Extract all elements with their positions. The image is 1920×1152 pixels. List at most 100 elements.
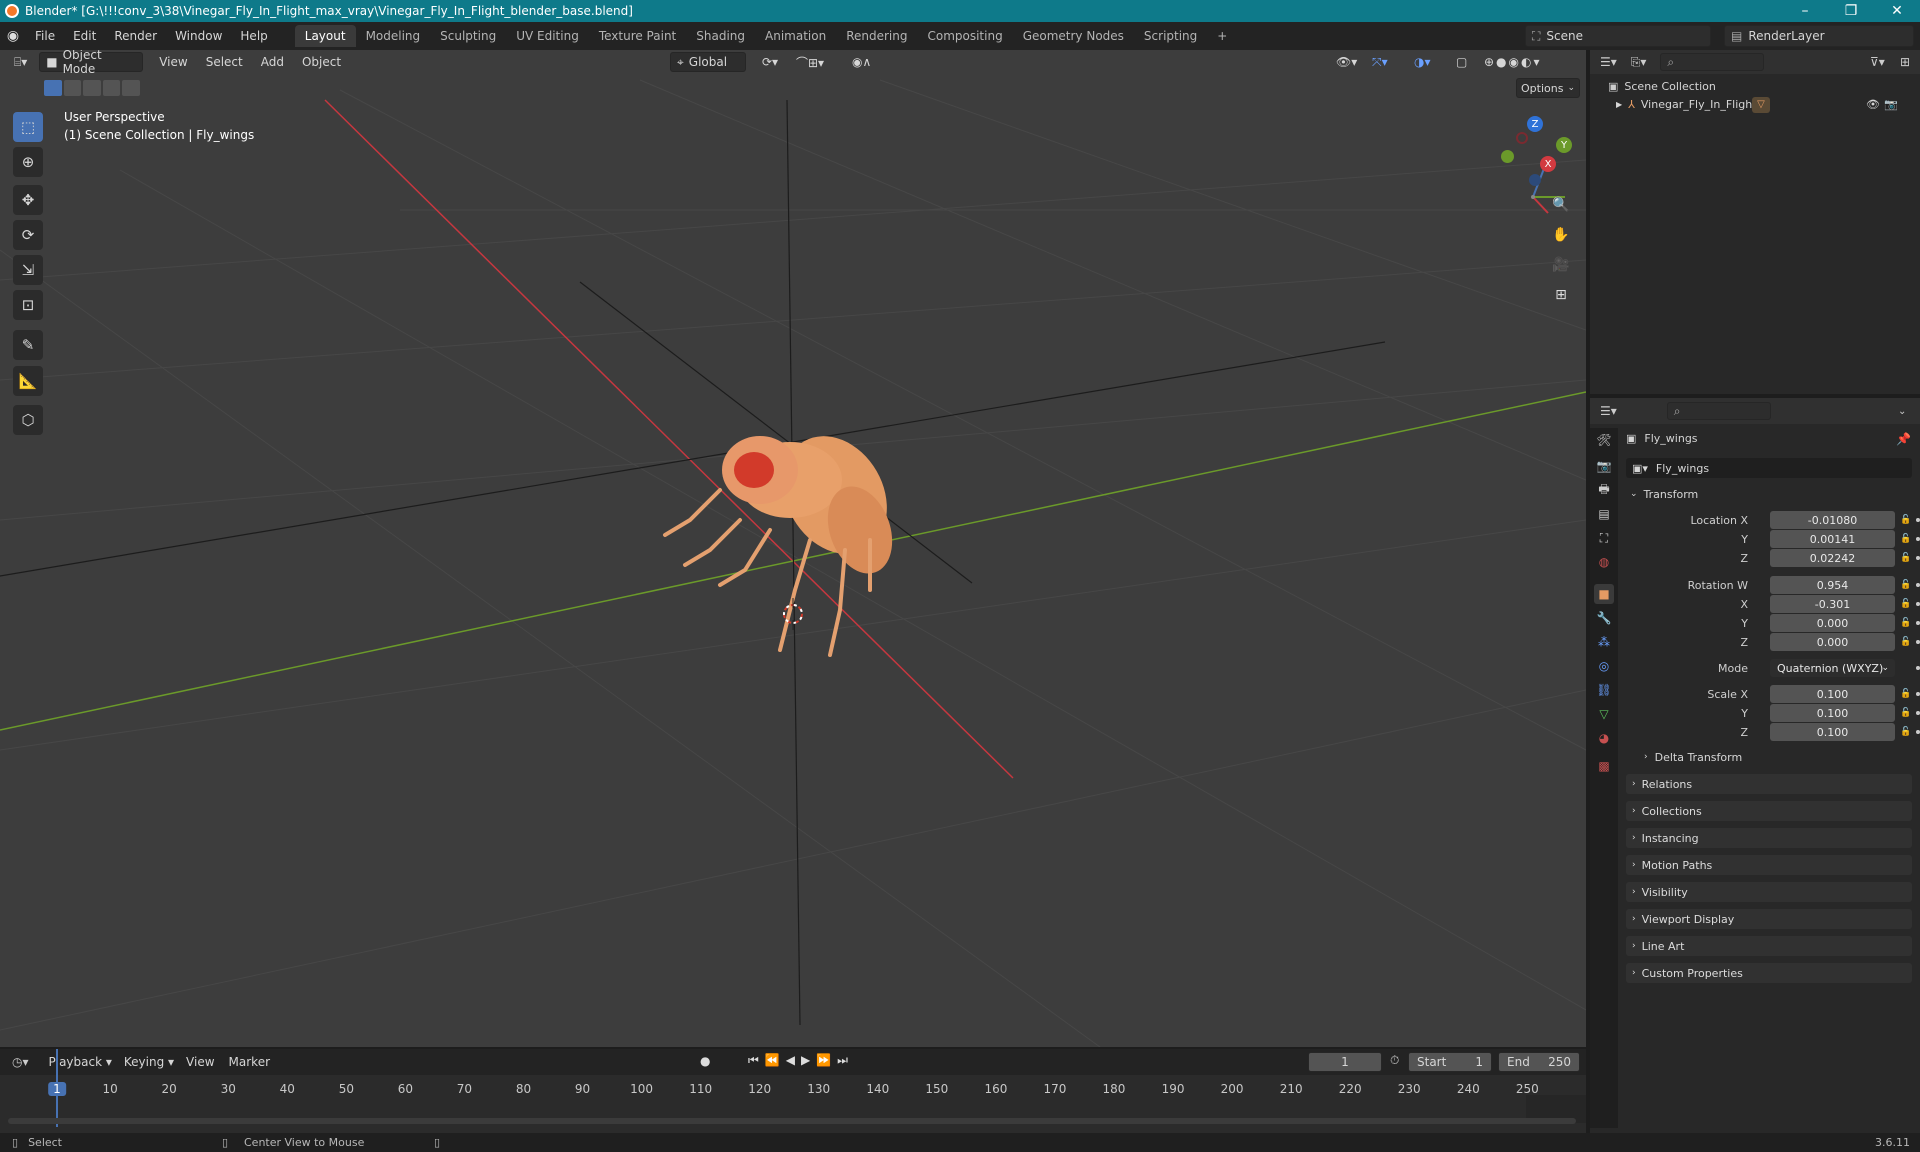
object-type-icon[interactable]: ▣▾	[1632, 462, 1648, 475]
current-frame-indicator[interactable]: 1	[48, 1082, 66, 1096]
cursor-tool-icon[interactable]: ⊕	[13, 147, 43, 177]
editor-type-icon[interactable]: ⌸▾	[8, 52, 33, 72]
modifier-tab-icon[interactable]: 🔧	[1594, 608, 1614, 628]
keyframe-dot-icon[interactable]	[1916, 711, 1920, 715]
rotation-mode-dropdown[interactable]: Quaternion (WXYZ) ⌄	[1770, 659, 1895, 677]
properties-editor-type-icon[interactable]: ☰▾	[1600, 404, 1617, 418]
panel-line-art[interactable]: › Line Art	[1626, 936, 1912, 956]
rotation-y-field[interactable]: 0.000	[1770, 614, 1895, 632]
viewport-menu-select[interactable]: Select	[200, 52, 249, 72]
select-invert-icon[interactable]	[102, 80, 121, 96]
overlay-toggle-icon[interactable]: ◑▾	[1408, 52, 1437, 72]
proportional-edit-icon[interactable]: ◉∧	[846, 52, 877, 72]
delta-transform-subpanel[interactable]: › Delta Transform	[1640, 747, 1912, 767]
camera-view-icon[interactable]: 🎥	[1548, 252, 1574, 278]
shading-mode-icons[interactable]: ⊕●◉◐▾	[1478, 52, 1548, 72]
transform-panel-header[interactable]: ⌄ Transform	[1626, 484, 1912, 504]
rotation-x-field[interactable]: -0.301	[1770, 595, 1895, 613]
select-box-tool-icon[interactable]: ⬚	[13, 112, 43, 142]
physics-tab-icon[interactable]: ◎	[1594, 656, 1614, 676]
location-x-field[interactable]: -0.01080	[1770, 511, 1895, 529]
panel-relations[interactable]: › Relations	[1626, 774, 1912, 794]
lock-icon[interactable]: 🔓	[1900, 708, 1911, 718]
properties-search-field[interactable]: ⌕	[1666, 402, 1771, 420]
keyframe-dot-icon[interactable]	[1916, 666, 1920, 670]
outliner-filter-mode-icon[interactable]: ⎘▾	[1631, 55, 1647, 70]
visibility-icon[interactable]: 👁▾	[1330, 52, 1363, 72]
fly-model[interactable]	[663, 417, 908, 657]
expand-arrow-icon[interactable]: ▶	[1616, 100, 1622, 109]
particles-tab-icon[interactable]: ⁂	[1594, 632, 1614, 652]
add-workspace-button[interactable]: +	[1207, 25, 1237, 47]
lock-icon[interactable]: 🔓	[1900, 553, 1911, 563]
pin-icon[interactable]: 📌	[1896, 432, 1911, 446]
lock-icon[interactable]: 🔓	[1900, 689, 1911, 699]
zoom-icon[interactable]: 🔍	[1548, 192, 1574, 218]
viewport-menu-object[interactable]: Object	[296, 52, 347, 72]
scale-z-field[interactable]: 0.100	[1770, 723, 1895, 741]
gizmo-y-axis-label[interactable]: Y	[1556, 137, 1572, 153]
scene-collection-row[interactable]: ▣ Scene Collection	[1608, 80, 1716, 93]
tab-geometry-nodes[interactable]: Geometry Nodes	[1013, 25, 1134, 47]
panel-motion-paths[interactable]: › Motion Paths	[1626, 855, 1912, 875]
keyframe-dot-icon[interactable]	[1916, 640, 1920, 644]
constraints-tab-icon[interactable]: ⛓	[1594, 680, 1614, 700]
ortho-grid-icon[interactable]: ⊞	[1548, 282, 1574, 308]
select-extend-icon[interactable]	[63, 80, 82, 96]
menu-window[interactable]: Window	[166, 29, 231, 43]
keyframe-dot-icon[interactable]	[1916, 730, 1920, 734]
location-y-field[interactable]: 0.00141	[1770, 530, 1895, 548]
menu-file[interactable]: File	[26, 29, 64, 43]
rotation-z-field[interactable]: 0.000	[1770, 633, 1895, 651]
move-tool-icon[interactable]: ✥	[13, 185, 43, 215]
outliner-search-field[interactable]: ⌕	[1660, 53, 1765, 71]
keyframe-dot-icon[interactable]	[1916, 556, 1920, 560]
tab-scripting[interactable]: Scripting	[1134, 25, 1207, 47]
select-intersect-icon[interactable]	[122, 80, 140, 96]
scene-tab-icon[interactable]: ⛶	[1594, 528, 1614, 548]
new-collection-icon[interactable]: ⊞	[1900, 55, 1910, 69]
render-tab-icon[interactable]: 📷	[1594, 456, 1614, 476]
tab-sculpting[interactable]: Sculpting	[430, 25, 506, 47]
pivot-point-icon[interactable]: ⟳▾	[756, 52, 784, 72]
options-dropdown[interactable]: Options ⌄	[1516, 78, 1580, 98]
viewport-scene[interactable]	[0, 50, 1586, 1047]
scale-y-field[interactable]: 0.100	[1770, 704, 1895, 722]
renderlayer-selector[interactable]: ▤ RenderLayer	[1724, 25, 1914, 47]
tab-compositing[interactable]: Compositing	[917, 25, 1012, 47]
panel-viewport-display[interactable]: › Viewport Display	[1626, 909, 1912, 929]
viewport-menu-add[interactable]: Add	[255, 52, 290, 72]
scale-tool-icon[interactable]: ⇲	[13, 255, 43, 285]
location-z-field[interactable]: 0.02242	[1770, 549, 1895, 567]
gizmo-toggle-icon[interactable]: ⤧▾	[1366, 52, 1394, 72]
output-tab-icon[interactable]: 🖶	[1594, 480, 1614, 500]
panel-custom-properties[interactable]: › Custom Properties	[1626, 963, 1912, 983]
gizmo-x-axis-label[interactable]: X	[1540, 156, 1556, 172]
keyframe-dot-icon[interactable]	[1916, 518, 1920, 522]
gizmo-neg-z-handle[interactable]	[1529, 174, 1541, 186]
snap-icon[interactable]: ⌒⊞▾	[790, 52, 830, 72]
keyframe-dot-icon[interactable]	[1916, 537, 1920, 541]
menu-edit[interactable]: Edit	[64, 29, 105, 43]
scale-x-field[interactable]: 0.100	[1770, 685, 1895, 703]
texture-tab-icon[interactable]: ▩	[1594, 756, 1614, 776]
select-subtract-icon[interactable]	[83, 80, 101, 96]
gizmo-neg-y-handle[interactable]	[1501, 150, 1514, 163]
panel-instancing[interactable]: › Instancing	[1626, 828, 1912, 848]
xray-toggle-icon[interactable]: ▢	[1450, 52, 1473, 72]
lock-icon[interactable]: 🔓	[1900, 534, 1911, 544]
tab-rendering[interactable]: Rendering	[836, 25, 917, 47]
keyframe-dot-icon[interactable]	[1916, 602, 1920, 606]
3d-viewport[interactable]: Z Y X ⌸▾ ■ Object Mode View Select Add O…	[0, 50, 1586, 1047]
keyframe-dot-icon[interactable]	[1916, 621, 1920, 625]
object-mode-dropdown[interactable]: ■ Object Mode	[39, 50, 144, 76]
timeline-scrollbar[interactable]	[8, 1118, 1576, 1124]
lock-icon[interactable]: 🔓	[1900, 515, 1911, 525]
rotation-w-field[interactable]: 0.954	[1770, 576, 1895, 594]
tab-shading[interactable]: Shading	[686, 25, 755, 47]
select-new-icon[interactable]	[44, 80, 62, 96]
tab-animation[interactable]: Animation	[755, 25, 836, 47]
pan-hand-icon[interactable]: ✋	[1548, 222, 1574, 248]
transform-orientation-dropdown[interactable]: ⌖ Global	[670, 52, 746, 72]
object-data-tab-icon[interactable]: ▽	[1594, 704, 1614, 724]
